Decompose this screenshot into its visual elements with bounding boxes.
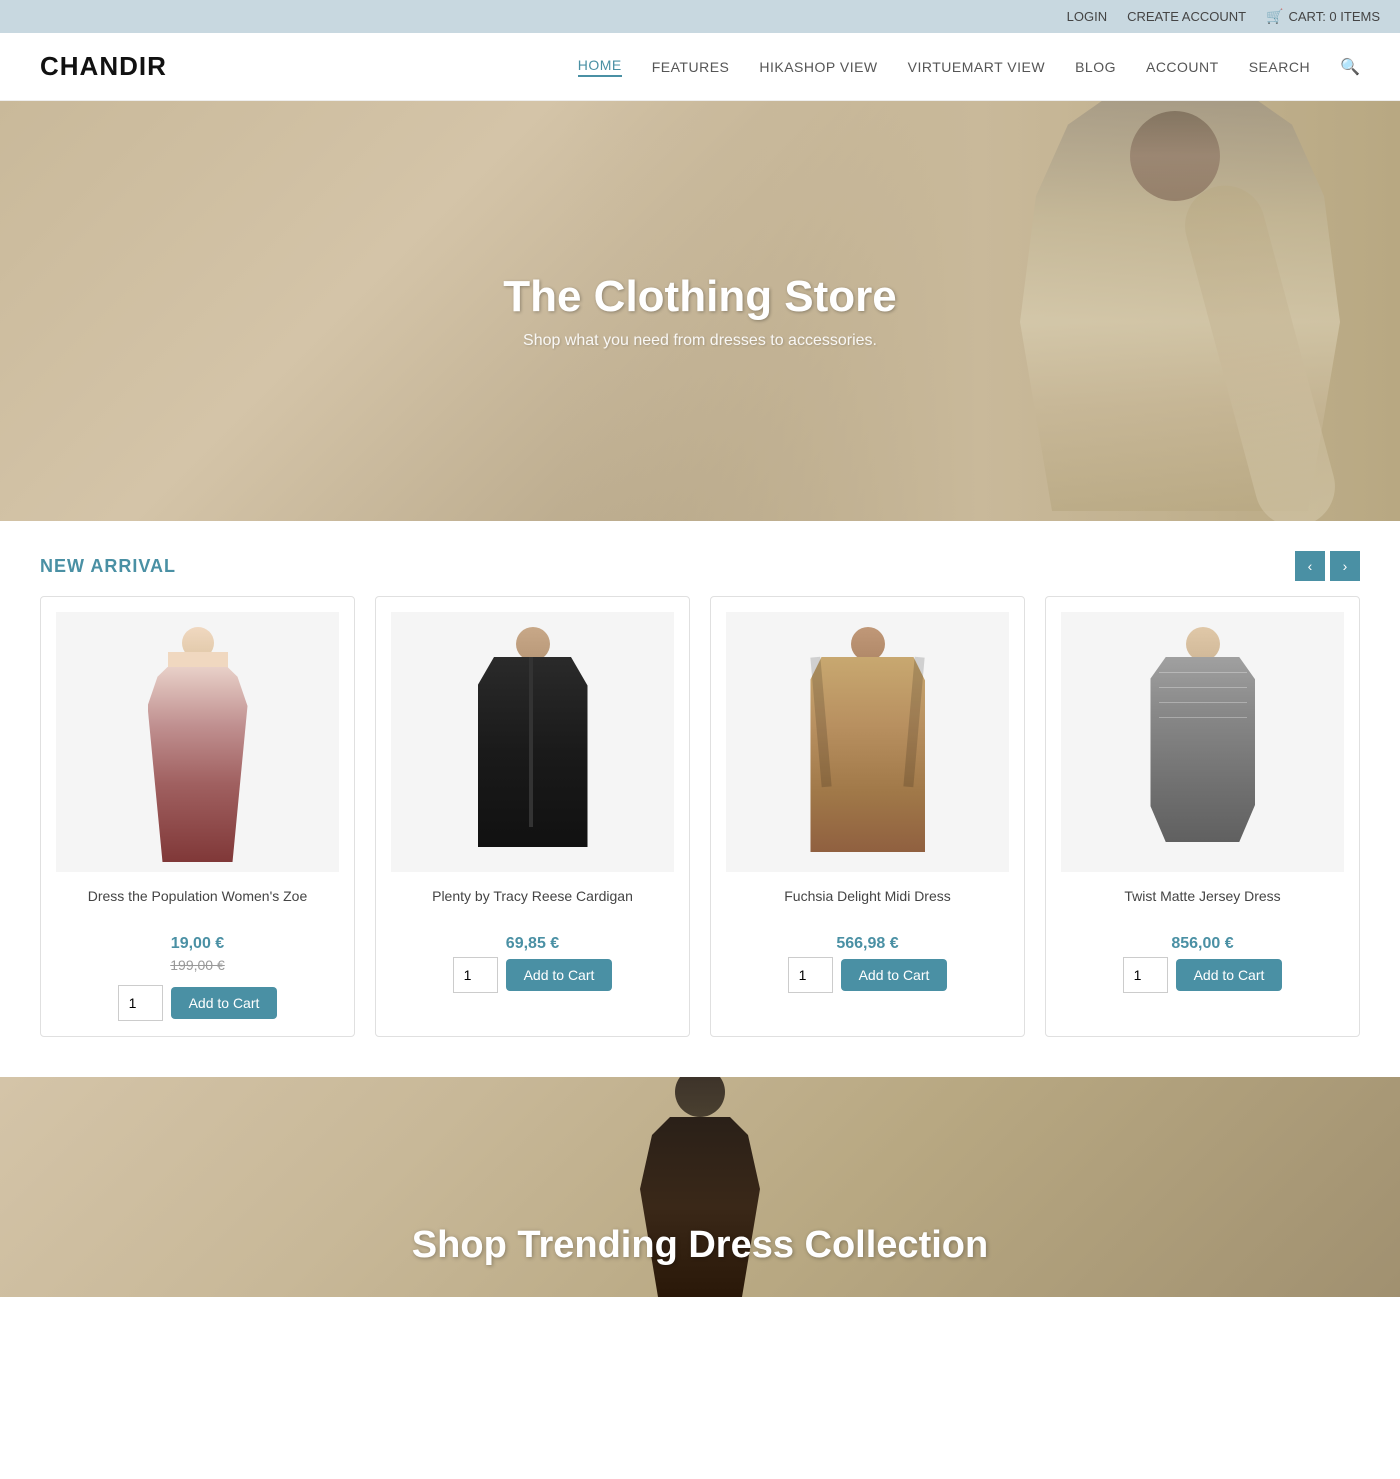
product-image-wrap-4[interactable] xyxy=(1061,612,1344,872)
create-account-link[interactable]: CREATE ACCOUNT xyxy=(1127,9,1246,24)
banner-figure-head xyxy=(675,1077,725,1117)
carousel-next-button[interactable]: › xyxy=(1330,551,1360,581)
figure3-head xyxy=(851,627,885,661)
knit-line3 xyxy=(1159,702,1247,703)
banner-figure-body xyxy=(640,1117,760,1297)
carousel-controls: ‹ › xyxy=(1295,551,1360,581)
cart-icon: 🛒 xyxy=(1266,8,1283,25)
knit-line4 xyxy=(1159,717,1247,718)
top-bar: LOGIN CREATE ACCOUNT 🛒 CART: 0 ITEMS xyxy=(0,0,1400,33)
carousel-prev-button[interactable]: ‹ xyxy=(1295,551,1325,581)
product-name-1: Dress the Population Women's Zoe xyxy=(56,887,339,927)
hero-subtitle: Shop what you need from dresses to acces… xyxy=(503,332,897,350)
figure4-head xyxy=(1186,627,1220,661)
cart-link[interactable]: 🛒 CART: 0 ITEMS xyxy=(1266,8,1380,25)
figure2-zipper xyxy=(529,657,533,827)
product-image-wrap-3[interactable] xyxy=(726,612,1009,872)
product-price-new-4: 856,00 € xyxy=(1061,935,1344,953)
figure2-head xyxy=(516,627,550,661)
add-to-cart-button-2[interactable]: Add to Cart xyxy=(506,959,613,991)
nav-search[interactable]: SEARCH xyxy=(1249,59,1310,75)
product-image-wrap-2[interactable] xyxy=(391,612,674,872)
new-arrival-header: NEW ARRIVAL ‹ › xyxy=(0,521,1400,596)
product-name-4: Twist Matte Jersey Dress xyxy=(1061,887,1344,927)
cart-label: CART: 0 ITEMS xyxy=(1288,9,1380,24)
product-image-3 xyxy=(788,622,948,862)
hero-banner: The Clothing Store Shop what you need fr… xyxy=(0,101,1400,521)
knit-line2 xyxy=(1159,687,1247,688)
figure4-cardigan xyxy=(1150,657,1255,842)
knit-line1 xyxy=(1159,672,1247,673)
search-icon[interactable]: 🔍 xyxy=(1340,57,1360,77)
product-price-old-1: 199,00 € xyxy=(56,957,339,973)
nav-blog[interactable]: BLOG xyxy=(1075,59,1116,75)
product-card-1: Dress the Population Women's Zoe 19,00 €… xyxy=(40,596,355,1037)
bottom-banner-title: Shop Trending Dress Collection xyxy=(412,1224,988,1267)
product-card-2: Plenty by Tracy Reese Cardigan 69,85 € A… xyxy=(375,596,690,1037)
figure2-jacket xyxy=(478,657,588,847)
login-link[interactable]: LOGIN xyxy=(1067,9,1107,24)
product-actions-1: Add to Cart xyxy=(56,985,339,1021)
qty-input-2[interactable] xyxy=(453,957,498,993)
product-price-new-3: 566,98 € xyxy=(726,935,1009,953)
hero-title: The Clothing Store xyxy=(503,272,897,322)
product-price-new-2: 69,85 € xyxy=(391,935,674,953)
nav-account[interactable]: ACCOUNT xyxy=(1146,59,1219,75)
bottom-banner: Shop Trending Dress Collection xyxy=(0,1077,1400,1297)
main-nav: HOME FEATURES HIKASHOP VIEW VIRTUEMART V… xyxy=(578,57,1360,77)
logo[interactable]: CHANDIR xyxy=(40,51,167,82)
figure-dress xyxy=(148,667,248,862)
product-name-2: Plenty by Tracy Reese Cardigan xyxy=(391,887,674,927)
product-image-wrap-1[interactable] xyxy=(56,612,339,872)
qty-input-3[interactable] xyxy=(788,957,833,993)
add-to-cart-button-1[interactable]: Add to Cart xyxy=(171,987,278,1019)
header: CHANDIR HOME FEATURES HIKASHOP VIEW VIRT… xyxy=(0,33,1400,101)
hero-figure-head xyxy=(1130,111,1220,201)
products-grid: Dress the Population Women's Zoe 19,00 €… xyxy=(0,596,1400,1077)
product-name-3: Fuchsia Delight Midi Dress xyxy=(726,887,1009,927)
product-card-3: Fuchsia Delight Midi Dress 566,98 € Add … xyxy=(710,596,1025,1037)
nav-hikashop[interactable]: HIKASHOP VIEW xyxy=(759,59,877,75)
nav-home[interactable]: HOME xyxy=(578,57,622,77)
product-actions-2: Add to Cart xyxy=(391,957,674,993)
product-actions-4: Add to Cart xyxy=(1061,957,1344,993)
product-image-4 xyxy=(1123,622,1283,862)
product-actions-3: Add to Cart xyxy=(726,957,1009,993)
add-to-cart-button-3[interactable]: Add to Cart xyxy=(841,959,948,991)
product-price-new-1: 19,00 € xyxy=(56,935,339,953)
nav-virtuemart[interactable]: VIRTUEMART VIEW xyxy=(908,59,1045,75)
qty-input-1[interactable] xyxy=(118,985,163,1021)
add-to-cart-button-4[interactable]: Add to Cart xyxy=(1176,959,1283,991)
product-image-2 xyxy=(453,622,613,862)
product-image-1 xyxy=(118,622,278,862)
nav-features[interactable]: FEATURES xyxy=(652,59,730,75)
product-card-4: Twist Matte Jersey Dress 856,00 € Add to… xyxy=(1045,596,1360,1037)
qty-input-4[interactable] xyxy=(1123,957,1168,993)
hero-content: The Clothing Store Shop what you need fr… xyxy=(503,272,897,350)
section-title: NEW ARRIVAL xyxy=(40,556,176,577)
